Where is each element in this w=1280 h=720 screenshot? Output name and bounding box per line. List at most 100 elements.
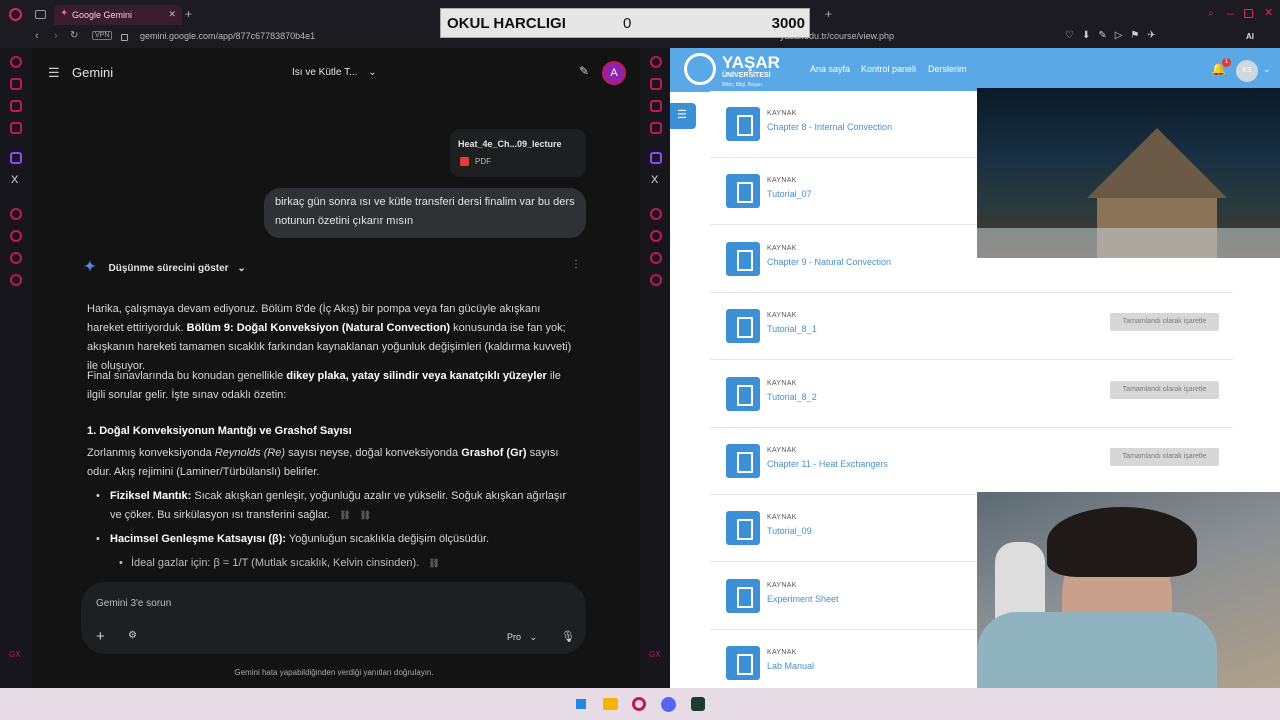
- hoodie: [977, 612, 1217, 688]
- sidebar-messenger-icon[interactable]: [650, 78, 662, 90]
- sidebar-x-icon[interactable]: X: [651, 174, 658, 186]
- link-icon[interactable]: ⛓: [339, 510, 350, 520]
- prompt-input[interactable]: Gemini 3'e sorun: [96, 598, 171, 609]
- app-icon[interactable]: [691, 697, 705, 711]
- ai-badge[interactable]: AI: [1246, 32, 1254, 41]
- nav-dashboard[interactable]: Kontrol paneli: [861, 64, 916, 74]
- sidebar-instagram-icon[interactable]: [650, 100, 662, 112]
- sidebar-settings-icon[interactable]: [10, 274, 22, 286]
- resource-link[interactable]: Tutorial_8_2: [767, 392, 817, 402]
- sidebar-messenger-icon[interactable]: [10, 78, 22, 90]
- search-icon[interactable]: ⌕: [1208, 8, 1214, 19]
- chat-title-dropdown[interactable]: Isı ve Kütle T... ⌄: [292, 67, 377, 78]
- new-tab-button[interactable]: +: [825, 7, 832, 21]
- list-icon: ☰: [677, 109, 687, 121]
- sidebar-gx-icon[interactable]: GX: [9, 650, 21, 659]
- nav-home[interactable]: Ana sayfa: [810, 64, 850, 74]
- course-index-button[interactable]: ☰: [670, 103, 696, 129]
- link-icon[interactable]: ⛓: [428, 558, 439, 568]
- back-icon[interactable]: ‹: [35, 30, 39, 42]
- sub-bullet-ideal-gas: • İdeal gazlar için: β = 1/T (Mutlak sıc…: [119, 554, 571, 573]
- tools-icon[interactable]: ⚙: [128, 630, 137, 641]
- sidebar-twitch-icon[interactable]: [650, 152, 662, 164]
- sidebar-history-icon[interactable]: [10, 230, 22, 242]
- avatar[interactable]: A: [602, 61, 626, 85]
- tab-overview-icon[interactable]: [35, 10, 46, 19]
- file-icon: [726, 309, 760, 344]
- windows-start-icon[interactable]: [574, 697, 588, 711]
- sidebar-gx-icon[interactable]: GX: [649, 650, 661, 659]
- course-resource-item[interactable]: KAYNAK Tutorial_8_2 Tamamlandı olarak işar…: [710, 360, 1233, 428]
- logo-emblem-icon: [684, 53, 716, 85]
- more-options-icon[interactable]: ⋮: [571, 259, 581, 270]
- toolbar-icons[interactable]: ♡⬇✎▷⚑✈: [1065, 30, 1164, 41]
- resource-link[interactable]: Tutorial_8_1: [767, 324, 817, 334]
- tab-gemini[interactable]: ✦ Google Gemini ✕: [54, 5, 182, 25]
- tab-close-icon[interactable]: ✕: [168, 9, 176, 20]
- bullet-text: İdeal gazlar için: β = 1/T (Mutlak sıcak…: [131, 557, 420, 569]
- resource-type: KAYNAK: [767, 110, 797, 117]
- bullet-title: Fiziksel Mantık:: [110, 490, 192, 502]
- new-tab-button[interactable]: +: [185, 7, 192, 21]
- notification-badge: 1: [1222, 58, 1231, 67]
- reload-icon[interactable]: ↻: [70, 30, 78, 41]
- response-paragraph-2: Final sınavlarında bu konudan genellikle…: [87, 367, 577, 405]
- user-message: birkaç gün sonra ısı ve kütle transferi …: [264, 188, 586, 238]
- sidebar-extensions-icon[interactable]: [650, 252, 662, 264]
- response-text: Zorlanmış konveksiyonda: [87, 447, 215, 459]
- mark-done-button[interactable]: Tamamlandı olarak işaretle: [1110, 380, 1219, 399]
- university-logo[interactable]: YAŞAR ÜNİVERSİTESİ Bilim, Bilgi, Başarı: [684, 51, 794, 89]
- discord-icon[interactable]: [661, 697, 676, 712]
- resource-link[interactable]: Tutorial_09: [767, 526, 812, 536]
- response-bold: Bölüm 9: Doğal Konveksiyon (Natural Conv…: [186, 322, 451, 334]
- sidebar-whatsapp-icon[interactable]: [10, 122, 22, 134]
- course-resource-item[interactable]: KAYNAK Tutorial_8_1 Tamamlandı olarak işar…: [710, 293, 1233, 361]
- sidebar-history-icon[interactable]: [650, 230, 662, 242]
- sidebar-twitch-icon[interactable]: [10, 152, 22, 164]
- sidebar-aria-icon[interactable]: [650, 56, 662, 68]
- nav-my-courses[interactable]: Derslerim: [928, 64, 967, 74]
- resource-link[interactable]: Tutorial_07: [767, 189, 812, 199]
- file-icon: [726, 444, 760, 478]
- sidebar-player-icon[interactable]: [10, 208, 22, 220]
- resource-link[interactable]: Chapter 9 - Natural Convection: [767, 257, 891, 267]
- sidebar-player-icon[interactable]: [650, 208, 662, 220]
- course-resource-item[interactable]: KAYNAK Chapter 11 - Heat Exchangers Tamaml…: [710, 428, 1233, 495]
- resource-link[interactable]: Chapter 8 - Internal Convection: [767, 122, 892, 132]
- user-avatar[interactable]: KS: [1236, 60, 1258, 82]
- webcam-overlay: [977, 492, 1280, 688]
- sidebar-aria-icon[interactable]: [10, 56, 22, 68]
- address-bar[interactable]: gemini.google.com/app/877c67783870b4e1: [140, 31, 315, 41]
- prompt-input-box[interactable]: Gemini 3'e sorun + ⚙ Pro ⌄ 🎙: [81, 582, 586, 654]
- menu-icon[interactable]: ☰: [48, 65, 60, 81]
- add-icon[interactable]: +: [96, 628, 105, 645]
- close-window-icon[interactable]: ✕: [1264, 6, 1273, 19]
- mark-done-button[interactable]: Tamamlandı olarak işaretle: [1110, 448, 1219, 466]
- model-label: Pro: [507, 632, 522, 642]
- chevron-down-icon[interactable]: ⌄: [1263, 64, 1271, 75]
- disclaimer: Gemini hata yapabildiğinden verdiği yanı…: [234, 668, 434, 677]
- resource-link[interactable]: Chapter 11 - Heat Exchangers: [767, 459, 888, 469]
- sidebar-settings-icon[interactable]: [650, 274, 662, 286]
- file-icon: [726, 376, 760, 411]
- sidebar-instagram-icon[interactable]: [10, 100, 22, 112]
- link-icon[interactable]: ⛓: [360, 510, 371, 520]
- microphone-icon[interactable]: 🎙: [561, 630, 575, 643]
- minimize-icon[interactable]: –: [1227, 6, 1234, 20]
- resource-link[interactable]: Lab Manual: [767, 661, 814, 671]
- mark-done-button[interactable]: Tamamlandı olarak işaretle: [1110, 313, 1219, 332]
- sidebar-whatsapp-icon[interactable]: [650, 122, 662, 134]
- forward-icon[interactable]: ›: [54, 30, 58, 42]
- new-chat-icon[interactable]: ✎: [579, 64, 589, 78]
- file-explorer-icon[interactable]: [603, 698, 618, 710]
- attached-file-card[interactable]: Heat_4e_Ch...09_lecture PDF: [450, 129, 586, 177]
- opera-logo-icon[interactable]: [9, 8, 22, 21]
- maximize-icon[interactable]: [1244, 9, 1253, 18]
- model-selector[interactable]: Pro ⌄: [507, 632, 537, 643]
- sidebar-x-icon[interactable]: X: [11, 174, 18, 186]
- resource-link[interactable]: Experiment Sheet: [767, 594, 839, 604]
- opera-gx-taskbar-icon[interactable]: [632, 697, 646, 711]
- vpn-badge[interactable]: VPN: [92, 31, 113, 40]
- sidebar-extensions-icon[interactable]: [10, 252, 22, 264]
- show-thinking-toggle[interactable]: ✦ Düşünme sürecini göster ⌄: [84, 258, 246, 274]
